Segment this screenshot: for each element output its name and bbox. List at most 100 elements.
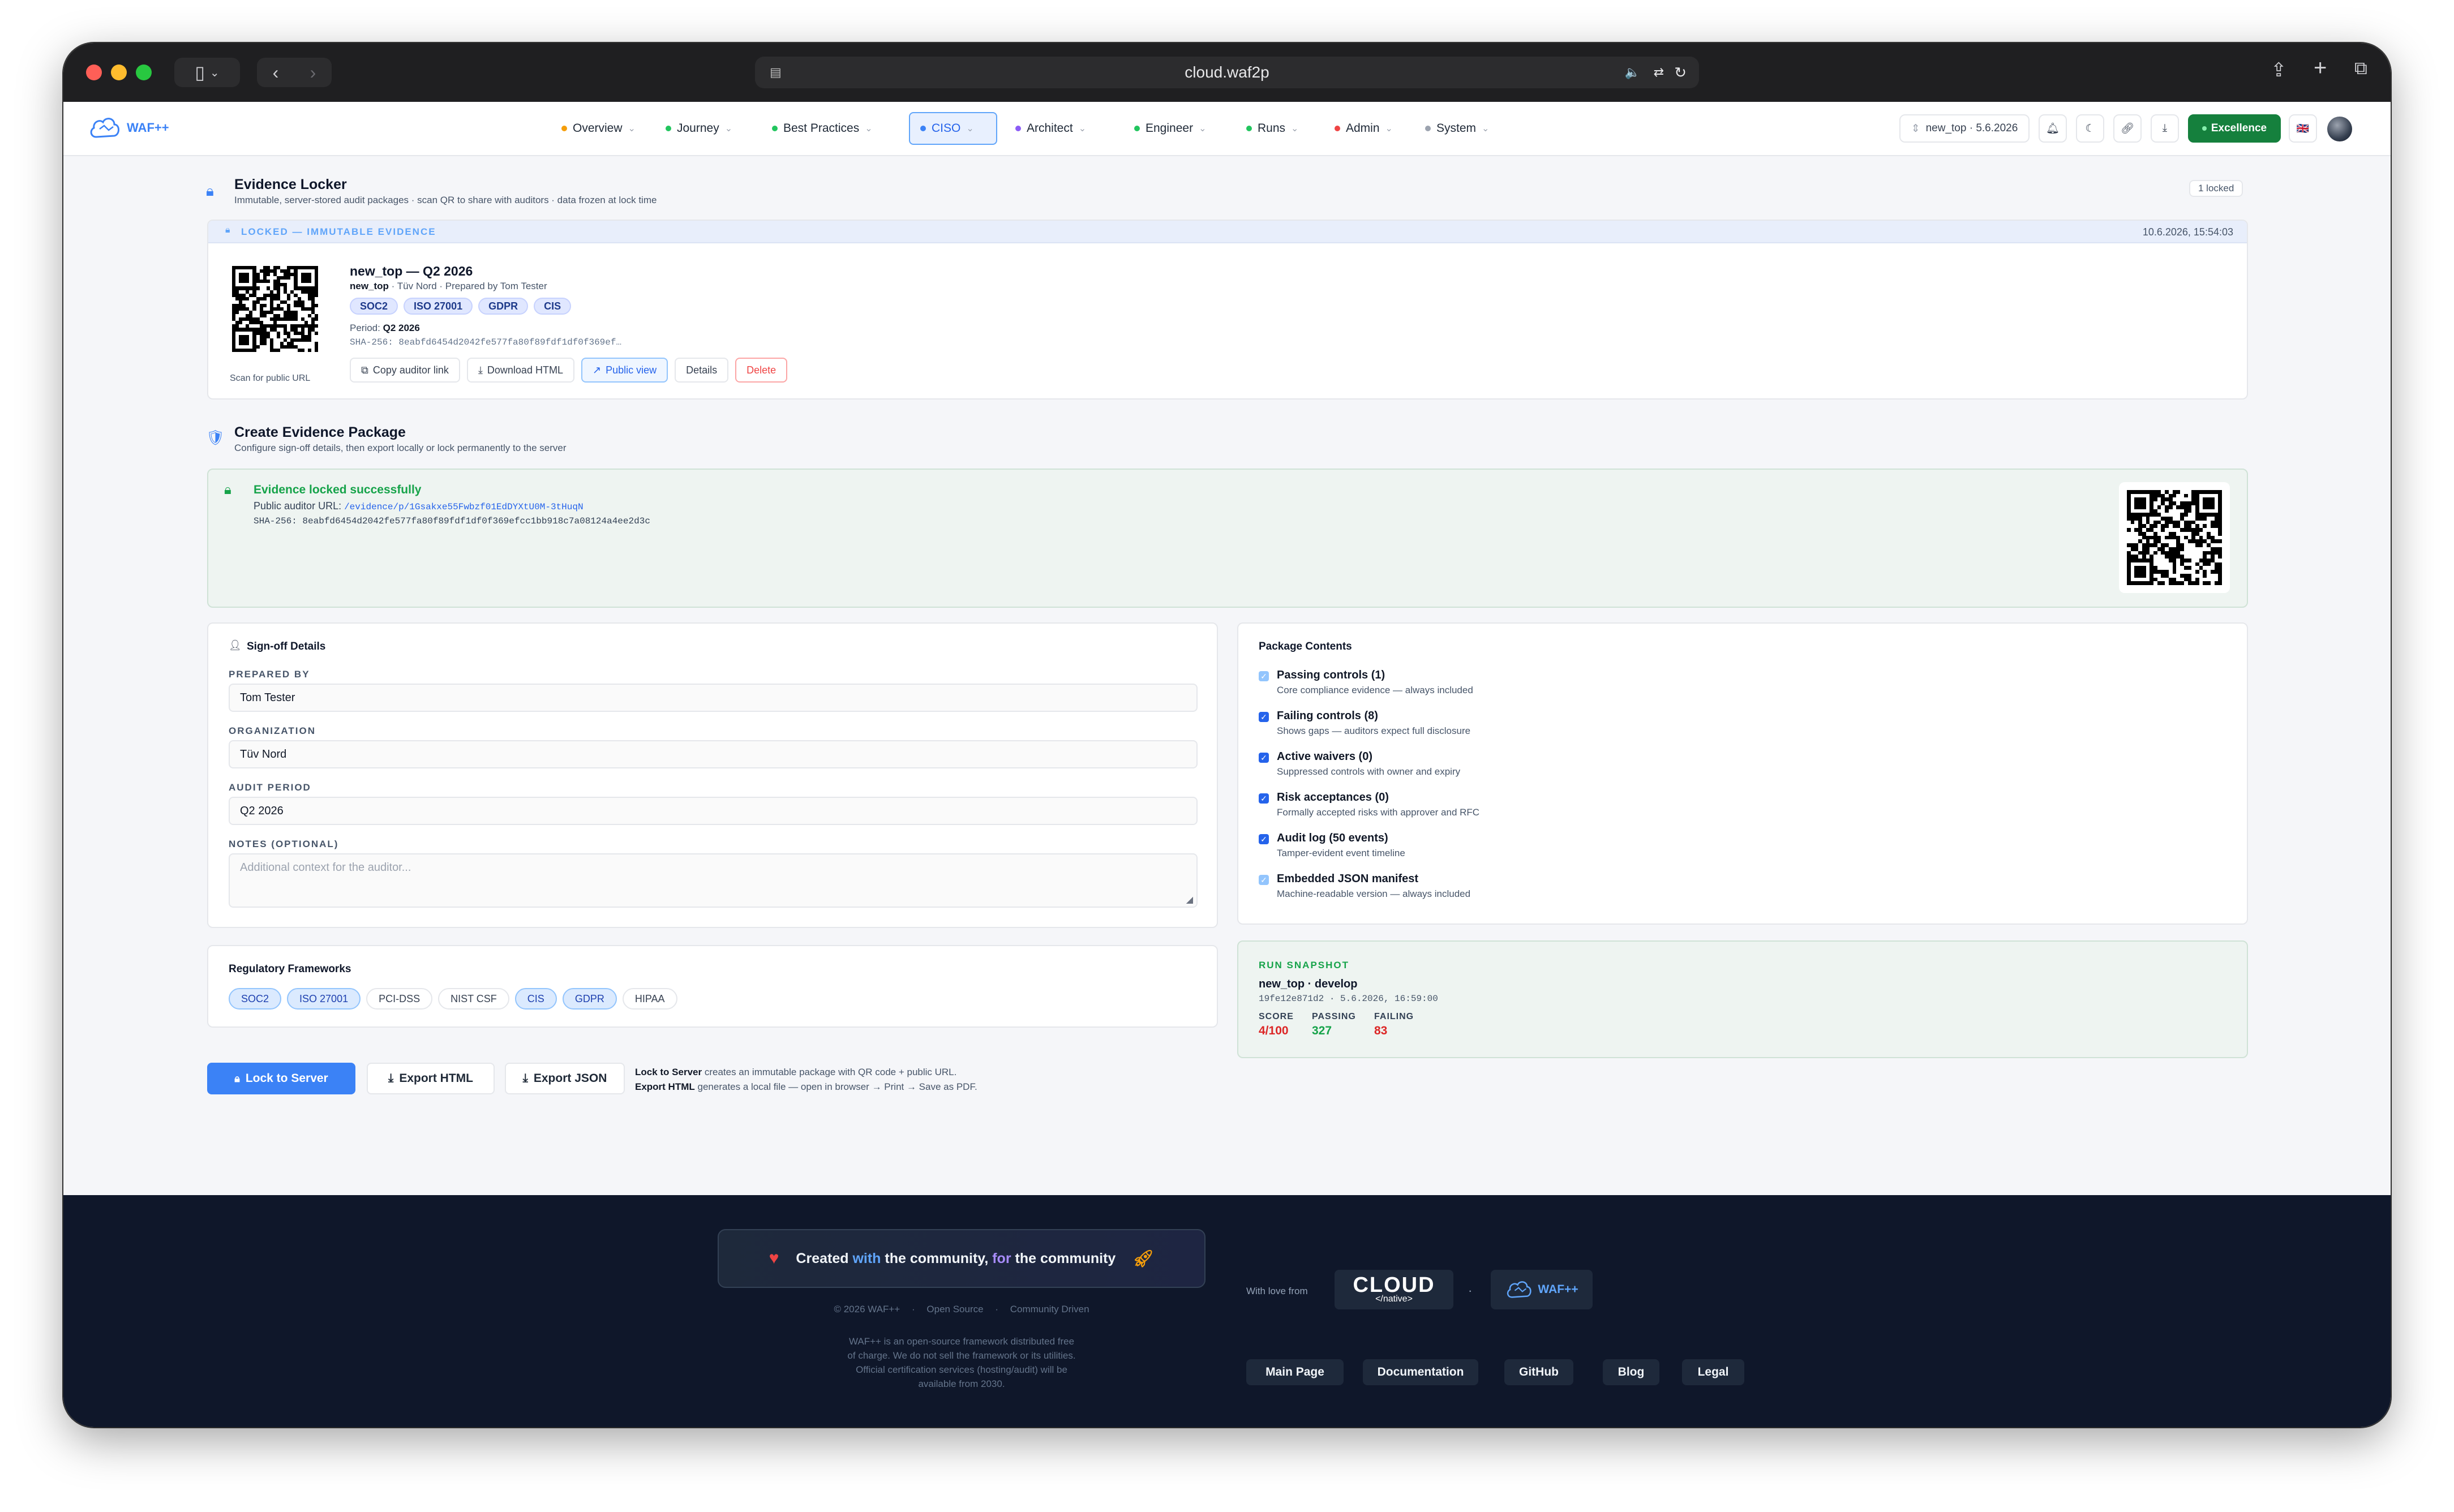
prepared-by-input[interactable]: Tom Tester [229, 684, 1198, 712]
back-icon[interactable]: ‹ [273, 62, 279, 83]
nav-system[interactable]: System ⌄ [1415, 112, 1502, 145]
footer-link-blog[interactable]: Blog [1603, 1359, 1659, 1385]
site-settings-icon[interactable]: ▤ [770, 65, 782, 80]
qr-module [2153, 509, 2157, 513]
export-json-button[interactable]: ⤓ Export JSON [505, 1063, 625, 1094]
address-bar[interactable]: ▤ cloud.waf2p 🔈 ⇄ ↻ [755, 57, 1699, 88]
framework-toggle-iso-27001[interactable]: ISO 27001 [287, 988, 361, 1010]
excellence-badge[interactable]: Excellence [2188, 114, 2281, 143]
export-html-button[interactable]: ⤓ Export HTML [367, 1063, 495, 1094]
framework-toggle-cis[interactable]: CIS [514, 988, 557, 1010]
qr-module [2210, 562, 2215, 566]
qr-module [2191, 490, 2195, 494]
nav-label: Architect [1027, 122, 1073, 135]
qr-module [2157, 509, 2161, 513]
qr-module [2214, 535, 2219, 540]
success-panel: 🔒︎ Evidence locked successfully Public a… [207, 469, 2248, 608]
footer-link-documentation[interactable]: Documentation [1363, 1359, 1478, 1385]
nav-engineer[interactable]: Engineer ⌄ [1124, 112, 1227, 145]
footer-link-github[interactable]: GitHub [1504, 1359, 1573, 1385]
qr-module [2127, 535, 2131, 540]
sidebar-toggle-button[interactable]: ▯ ⌄ [174, 58, 240, 87]
public-view-button[interactable]: ↗ Public view [581, 358, 668, 383]
evidence-qr-code[interactable] [232, 266, 318, 352]
footer-link-main-page[interactable]: Main Page [1246, 1359, 1344, 1385]
theme-toggle-button[interactable]: ☾ [2076, 114, 2104, 143]
forward-icon[interactable]: › [310, 62, 316, 83]
include-checkbox[interactable]: ✓ [1259, 753, 1269, 763]
qr-module [2207, 517, 2211, 521]
run-snapshot-meta: 19fe12e871d2 · 5.6.2026, 16:59:00 [1259, 994, 1438, 1004]
maximize-window-button[interactable] [136, 65, 152, 80]
qr-module [2157, 505, 2161, 509]
qr-module [2161, 547, 2165, 551]
tab-overview-icon[interactable]: ⧉ [2354, 58, 2367, 79]
framework-toggle-hipaa[interactable]: HIPAA [622, 988, 677, 1010]
include-checkbox[interactable]: ✓ [1259, 793, 1269, 804]
evidence-actions: ⧉ Copy auditor link ⤓ Download HTML ↗ Publi… [350, 358, 794, 383]
organization-input[interactable]: Tüv Nord [229, 740, 1198, 768]
notifications-button[interactable]: 🔔︎ [2039, 114, 2067, 143]
nav-journey[interactable]: Journey ⌄ [655, 112, 752, 145]
footer-waf-logo[interactable]: WAF++ [1491, 1270, 1593, 1309]
qr-module [2134, 539, 2139, 544]
language-button[interactable]: 🇬🇧 [2289, 114, 2317, 143]
footer-link-legal[interactable]: Legal [1682, 1359, 1744, 1385]
nav-overview[interactable]: Overview ⌄ [551, 112, 647, 145]
download-html-button[interactable]: ⤓ Download HTML [466, 358, 574, 383]
include-checkbox[interactable]: ✓ [1259, 712, 1269, 722]
close-window-button[interactable] [86, 65, 102, 80]
copy-auditor-link-button[interactable]: ⧉ Copy auditor link [350, 358, 460, 383]
qr-module [2150, 539, 2154, 544]
qr-module [2187, 517, 2192, 521]
notes-textarea[interactable]: Additional context for the auditor... ◢ [229, 853, 1198, 908]
new-tab-icon[interactable]: + [2314, 55, 2327, 81]
nav-best-practices[interactable]: Best Practices ⌄ [762, 112, 900, 145]
qr-module [2138, 566, 2142, 570]
minimize-window-button[interactable] [111, 65, 127, 80]
qr-module [2138, 490, 2142, 494]
details-button[interactable]: Details [675, 358, 729, 383]
share-icon[interactable]: ⇪ [2271, 59, 2287, 81]
framework-toggle-soc2[interactable]: SOC2 [229, 988, 282, 1010]
framework-toggle-pci-dss[interactable]: PCI-DSS [366, 988, 433, 1010]
qr-module [2157, 531, 2161, 536]
qr-module [2187, 573, 2192, 578]
qr-module [2203, 531, 2207, 536]
public-auditor-url-link[interactable]: /evidence/p/1Gsakxe55Fwbzf01EdDYXtU0M-3t… [344, 502, 583, 512]
framework-toggle-gdpr[interactable]: GDPR [562, 988, 617, 1010]
delete-button[interactable]: Delete [735, 358, 788, 383]
qr-module [2153, 562, 2157, 566]
qr-module [2161, 513, 2165, 517]
qr-module [2161, 558, 2165, 562]
lock-to-server-button[interactable]: 🔒︎ Lock to Server [207, 1063, 355, 1094]
app-logo[interactable]: WAF++ [88, 114, 169, 141]
download-button[interactable]: ⤓ [2151, 114, 2179, 143]
translate-icon[interactable]: ⇄ [1654, 65, 1664, 80]
qr-module [2172, 547, 2177, 551]
qr-module [2157, 490, 2161, 494]
export-html-label: Export HTML [399, 1072, 473, 1085]
run-selector[interactable]: ⇕ new_top · 5.6.2026 [1899, 114, 2030, 143]
qr-module [2127, 539, 2131, 544]
nav-runs[interactable]: Runs ⌄ [1236, 112, 1315, 145]
cloud-native-logo[interactable]: CLOUD </native> [1335, 1270, 1453, 1309]
qr-module [2195, 505, 2199, 509]
audit-period-input[interactable]: Q2 2026 [229, 797, 1198, 825]
qr-module [2195, 535, 2199, 540]
qr-module [2183, 524, 2188, 529]
framework-toggle-nist-csf[interactable]: NIST CSF [438, 988, 509, 1010]
copy-link-button[interactable]: 🔗︎ [2113, 114, 2142, 143]
qr-module [2195, 573, 2199, 578]
qr-module [2134, 570, 2139, 574]
include-checkbox[interactable]: ✓ [1259, 834, 1269, 844]
nav-admin[interactable]: Admin ⌄ [1324, 112, 1406, 145]
reload-icon[interactable]: ↻ [1674, 64, 1687, 81]
qr-module [2150, 551, 2154, 555]
avatar[interactable] [2327, 117, 2352, 141]
nav-architect[interactable]: Architect ⌄ [1005, 112, 1115, 145]
audio-icon[interactable]: 🔈 [1625, 65, 1640, 80]
resize-handle-icon[interactable]: ◢ [1186, 894, 1193, 905]
success-qr-code[interactable] [2127, 490, 2222, 585]
nav-ciso[interactable]: CISO ⌄ [909, 112, 997, 145]
